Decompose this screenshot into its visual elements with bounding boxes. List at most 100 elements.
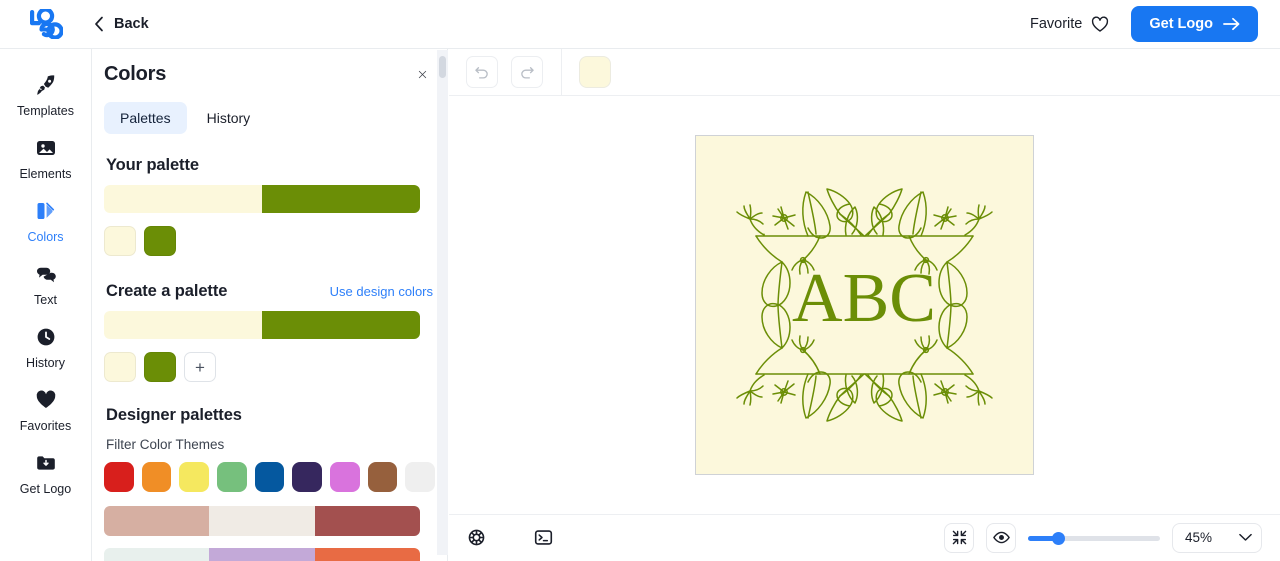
undo-button[interactable] (466, 56, 498, 88)
theme-filter-dot[interactable] (141, 462, 172, 492)
theme-filter-dot[interactable] (254, 462, 285, 492)
brand-logo[interactable] (0, 0, 92, 48)
palette-bar-segment (104, 311, 262, 339)
tab-history[interactable]: History (191, 102, 267, 134)
palette-bar-segment (209, 506, 315, 536)
color-palette-icon (37, 202, 54, 219)
color-swatch[interactable] (104, 352, 136, 382)
editor-bottom-bar: 45% (449, 514, 1280, 560)
fit-to-screen-button[interactable] (944, 522, 974, 553)
theme-filter-dot[interactable] (330, 462, 360, 492)
arrow-right-icon (1223, 17, 1240, 31)
create-palette-swatches: + (104, 352, 435, 382)
palette-bar-segment (262, 185, 420, 213)
terminal-icon (534, 530, 553, 545)
rocket-icon (36, 75, 54, 95)
sidebar-item-templates[interactable]: Templates (0, 63, 91, 126)
chevron-down-icon (1239, 533, 1252, 541)
sidebar-item-label: Elements (19, 167, 72, 181)
monogram-text: ABC (792, 260, 936, 337)
palette-bar-segment (104, 506, 210, 536)
settings-button[interactable] (467, 528, 486, 547)
panel-tabs: Palettes History (104, 102, 435, 134)
sidebar-item-label: Templates (17, 104, 74, 118)
console-button[interactable] (534, 528, 553, 547)
close-icon[interactable] (414, 66, 431, 83)
logo-canvas[interactable]: ABC (695, 135, 1034, 475)
sidebar-item-favorites[interactable]: Favorites (0, 378, 91, 441)
heart-filled-icon (36, 390, 55, 408)
palette-bar-segment (314, 506, 420, 536)
theme-filter-dot[interactable] (292, 462, 323, 492)
redo-icon (521, 67, 534, 79)
sidebar-item-label: Text (34, 293, 57, 307)
sidebar-item-text[interactable]: Text (0, 252, 91, 315)
create-palette-header: Create a palette Use design colors (106, 282, 433, 301)
floral-frame-monogram-art: ABC (696, 136, 1033, 474)
theme-filter-dot[interactable] (367, 462, 398, 492)
active-color-swatch[interactable] (579, 56, 611, 88)
create-palette-title: Create a palette (106, 282, 228, 300)
redo-button[interactable] (511, 56, 543, 88)
palette-bar-segment (104, 185, 262, 213)
favorite-button[interactable]: Favorite (1022, 10, 1117, 39)
panel-scrollbar[interactable] (437, 50, 448, 555)
sidebar-item-label: History (26, 356, 65, 370)
theme-filter-dot[interactable] (405, 462, 436, 492)
theme-filter-dot[interactable] (217, 462, 247, 492)
favorite-label: Favorite (1029, 16, 1083, 32)
zoom-slider-knob[interactable] (1052, 531, 1065, 545)
sidebar-item-label: Get Logo (19, 482, 72, 496)
canvas-area: ABC (449, 96, 1280, 514)
toolbar-divider (561, 48, 562, 96)
image-icon (36, 141, 55, 155)
panel-scrollbar-thumb[interactable] (439, 56, 446, 78)
preview-button[interactable] (986, 522, 1016, 553)
color-swatch[interactable] (144, 226, 176, 256)
palette-bar-segment (314, 548, 420, 561)
back-button[interactable]: Back (84, 10, 159, 38)
your-palette-swatches (104, 226, 435, 256)
designer-palette-row[interactable] (104, 548, 420, 561)
use-design-colors-link[interactable]: Use design colors (330, 284, 433, 299)
clock-icon (37, 328, 54, 346)
designer-palette-row[interactable] (104, 506, 420, 536)
theme-filter-dot[interactable] (104, 462, 134, 492)
speech-bubbles-icon (36, 267, 56, 283)
zoom-slider[interactable] (1028, 530, 1160, 546)
color-swatch[interactable] (144, 352, 176, 382)
panel-header: Colors (104, 63, 435, 86)
sidebar-item-history[interactable]: History (0, 315, 91, 378)
palette-bar-segment (104, 548, 210, 561)
zoom-level-value: 45% (1185, 530, 1213, 545)
filter-color-themes-label: Filter Color Themes (106, 437, 225, 452)
left-rail: Templates Elements Colors Text History F… (0, 49, 92, 561)
get-logo-button[interactable]: Get Logo (1131, 6, 1258, 42)
sidebar-item-get-logo[interactable]: Get Logo (0, 441, 91, 504)
fit-to-screen-icon (952, 530, 966, 545)
palette-bar-segment (262, 311, 420, 339)
sidebar-item-elements[interactable]: Elements (0, 126, 91, 189)
add-color-button[interactable]: + (184, 352, 216, 382)
color-swatch[interactable] (104, 226, 136, 256)
eye-icon (992, 531, 1010, 544)
theme-filter-dot[interactable] (179, 462, 210, 492)
sidebar-item-colors[interactable]: Colors (0, 189, 91, 252)
sidebar-item-label: Favorites (19, 419, 72, 433)
create-palette-bar[interactable] (104, 311, 420, 339)
page-title: Colors (104, 63, 167, 85)
tab-palettes[interactable]: Palettes (104, 102, 187, 134)
top-bar: Back Favorite Get Logo (0, 0, 1280, 49)
zoom-level-select[interactable]: 45% (1172, 522, 1262, 553)
palette-bar-segment (209, 548, 315, 561)
chevron-left-icon (95, 16, 103, 32)
sidebar-item-label: Colors (27, 230, 64, 244)
back-label: Back (114, 16, 149, 32)
your-palette-bar[interactable] (104, 185, 420, 213)
undo-icon (475, 67, 488, 79)
gear-icon (468, 529, 485, 546)
colors-panel: Colors Palettes History Your palette Cre… (92, 49, 448, 561)
heart-outline-icon (1092, 16, 1109, 32)
designer-palettes-title: Designer palettes (106, 406, 242, 424)
folder-download-icon (36, 456, 55, 470)
